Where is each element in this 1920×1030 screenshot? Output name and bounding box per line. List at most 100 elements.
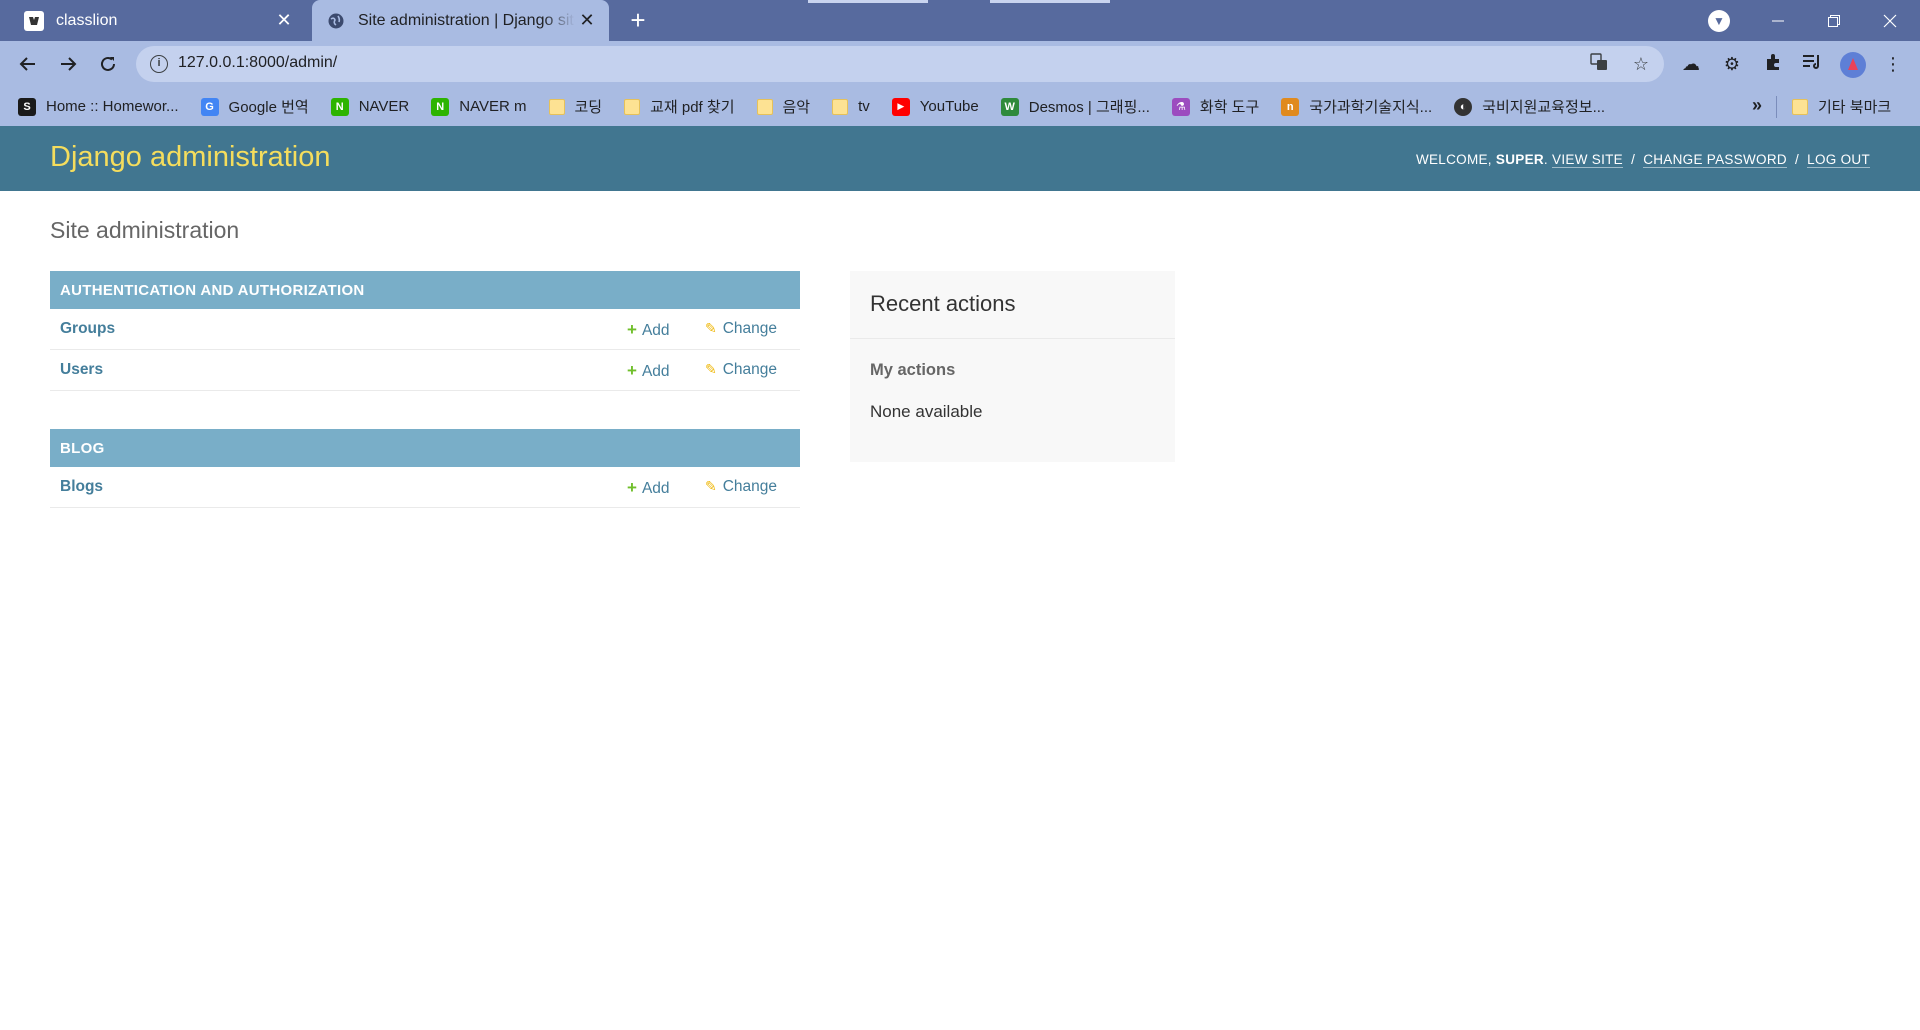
restore-icon[interactable] xyxy=(1806,0,1862,41)
add-label: Add xyxy=(641,322,670,339)
site-info-icon[interactable]: i xyxy=(150,55,168,73)
minimize-icon[interactable] xyxy=(1750,0,1806,41)
bookmark-item[interactable]: ▶ YouTube xyxy=(891,97,979,116)
separator: / xyxy=(1795,152,1800,167)
tab-strip-decoration xyxy=(990,0,1110,3)
cloud-off-icon[interactable]: ☁ xyxy=(1680,53,1702,75)
tab-classlion[interactable]: classlion ✕ xyxy=(0,0,306,41)
bookmark-item[interactable]: S Home :: Homewor... xyxy=(18,97,179,116)
divider xyxy=(850,338,1175,339)
model-row-groups: Groups + Add ✎ Change xyxy=(50,309,800,350)
other-bookmarks-folder[interactable]: 기타 북마크 xyxy=(1792,87,1891,126)
media-control-icon[interactable] xyxy=(1801,53,1823,75)
bookmark-folder[interactable]: 교재 pdf 찾기 xyxy=(624,96,735,117)
bookmark-item[interactable]: N NAVER m xyxy=(431,97,527,116)
bookmark-label: 음악 xyxy=(782,99,811,116)
bookmark-item[interactable]: n 국가과학기술지식... xyxy=(1281,96,1432,117)
bookmark-label: 코딩 xyxy=(574,99,603,116)
admin-header: Django administration WELCOME, SUPER. VI… xyxy=(0,126,1920,191)
folder-icon xyxy=(1792,98,1808,115)
bookmark-folder[interactable]: tv xyxy=(832,98,870,115)
add-link[interactable]: + Add xyxy=(627,320,670,340)
bookmarks-divider xyxy=(1776,96,1777,118)
google-translate-icon: G xyxy=(200,97,219,116)
add-label: Add xyxy=(641,363,670,380)
close-tab-icon[interactable]: ✕ xyxy=(272,10,296,31)
recent-actions-title: Recent actions xyxy=(870,291,1016,316)
extension-gear-icon[interactable]: ⚙ xyxy=(1721,53,1743,75)
browser-toolbar: i 127.0.0.1:8000/admin/ ☆ ☁ ⚙ ⋮ xyxy=(0,41,1920,87)
bookmarks-bar: S Home :: Homewor... G Google 번역 N NAVER… xyxy=(0,87,1920,126)
bookmark-label: tv xyxy=(858,98,870,115)
close-tab-icon[interactable]: ✕ xyxy=(575,10,599,31)
change-link[interactable]: ✎ Change xyxy=(705,320,777,338)
change-link[interactable]: ✎ Change xyxy=(705,478,777,496)
pencil-icon: ✎ xyxy=(705,361,717,377)
ntis-icon: n xyxy=(1281,97,1300,116)
close-window-icon[interactable] xyxy=(1862,0,1918,41)
add-link[interactable]: + Add xyxy=(627,361,670,381)
tab-site-administration[interactable]: Site administration | Django site admin … xyxy=(312,0,609,41)
model-link[interactable]: Blogs xyxy=(60,478,103,496)
new-tab-button[interactable]: + xyxy=(622,4,654,36)
bookmark-label: Desmos | 그래핑... xyxy=(1028,99,1150,116)
model-row-users: Users + Add ✎ Change xyxy=(50,350,800,391)
bookmark-item[interactable]: W Desmos | 그래핑... xyxy=(1000,96,1150,117)
reload-icon[interactable] xyxy=(92,48,124,80)
tab-search-icon[interactable]: ▼ xyxy=(1708,10,1730,32)
pencil-icon: ✎ xyxy=(705,478,717,494)
bookmark-star-icon[interactable]: ☆ xyxy=(1630,53,1652,75)
flask-icon: ⚗ xyxy=(1171,97,1190,116)
bookmark-label: Home :: Homewor... xyxy=(46,98,179,115)
bookmark-item[interactable]: N NAVER xyxy=(330,97,409,116)
plus-icon: + xyxy=(627,361,637,380)
bookmark-folder[interactable]: 음악 xyxy=(756,96,811,117)
bookmark-folder[interactable]: 코딩 xyxy=(548,96,603,117)
more-bookmarks-chevron-icon[interactable]: » xyxy=(1752,95,1762,116)
change-label: Change xyxy=(722,320,778,337)
tab-strip: classlion ✕ Site administration | Django… xyxy=(0,0,1920,41)
module-caption[interactable]: AUTHENTICATION AND AUTHORIZATION xyxy=(50,271,800,309)
user-tools: WELCOME, SUPER. VIEW SITE / CHANGE PASSW… xyxy=(1415,152,1870,168)
globe-icon xyxy=(326,11,346,31)
bookmark-label: Google 번역 xyxy=(228,99,309,116)
site-branding[interactable]: Django administration xyxy=(50,141,330,174)
youtube-icon: ▶ xyxy=(891,97,910,116)
desmos-icon: W xyxy=(1000,97,1019,116)
translate-icon[interactable] xyxy=(1588,53,1610,75)
bookmark-item[interactable]: ◐ 국비지원교육정보... xyxy=(1454,96,1605,117)
model-link[interactable]: Groups xyxy=(60,320,115,338)
empty-actions-text: None available xyxy=(870,402,983,421)
pencil-icon: ✎ xyxy=(705,320,717,336)
back-icon[interactable] xyxy=(12,48,44,80)
homework-favicon-icon: S xyxy=(18,97,36,116)
my-actions-heading: My actions xyxy=(870,361,956,379)
globe-icon: ◐ xyxy=(1454,97,1473,116)
change-password-link[interactable]: CHANGE PASSWORD xyxy=(1643,152,1787,168)
model-link[interactable]: Users xyxy=(60,361,103,379)
change-label: Change xyxy=(722,361,778,378)
folder-icon xyxy=(548,98,565,115)
address-bar[interactable]: i 127.0.0.1:8000/admin/ ☆ xyxy=(136,46,1664,82)
view-site-link[interactable]: VIEW SITE xyxy=(1552,152,1623,168)
bookmark-item[interactable]: G Google 번역 xyxy=(200,96,309,117)
extensions-puzzle-icon[interactable] xyxy=(1762,53,1784,75)
bookmark-item[interactable]: ⚗ 화학 도구 xyxy=(1171,96,1259,117)
url-text[interactable]: 127.0.0.1:8000/admin/ xyxy=(178,54,337,72)
change-link[interactable]: ✎ Change xyxy=(705,361,777,379)
forward-icon[interactable] xyxy=(52,48,84,80)
bookmark-label: NAVER m xyxy=(459,98,527,115)
add-link[interactable]: + Add xyxy=(627,478,670,498)
change-label: Change xyxy=(722,478,778,495)
username: SUPER xyxy=(1495,152,1544,167)
folder-icon xyxy=(832,98,849,115)
classlion-favicon-icon xyxy=(24,10,44,31)
plus-icon: + xyxy=(627,478,637,497)
module-caption[interactable]: BLOG xyxy=(50,429,800,467)
profile-avatar-icon[interactable] xyxy=(1840,52,1866,78)
tab-title: Site administration | Django site admin xyxy=(358,11,575,29)
log-out-link[interactable]: LOG OUT xyxy=(1807,152,1870,168)
bookmark-label: 기타 북마크 xyxy=(1818,99,1892,116)
bookmark-label: 교재 pdf 찾기 xyxy=(650,99,735,116)
menu-kebab-icon[interactable]: ⋮ xyxy=(1882,53,1904,75)
